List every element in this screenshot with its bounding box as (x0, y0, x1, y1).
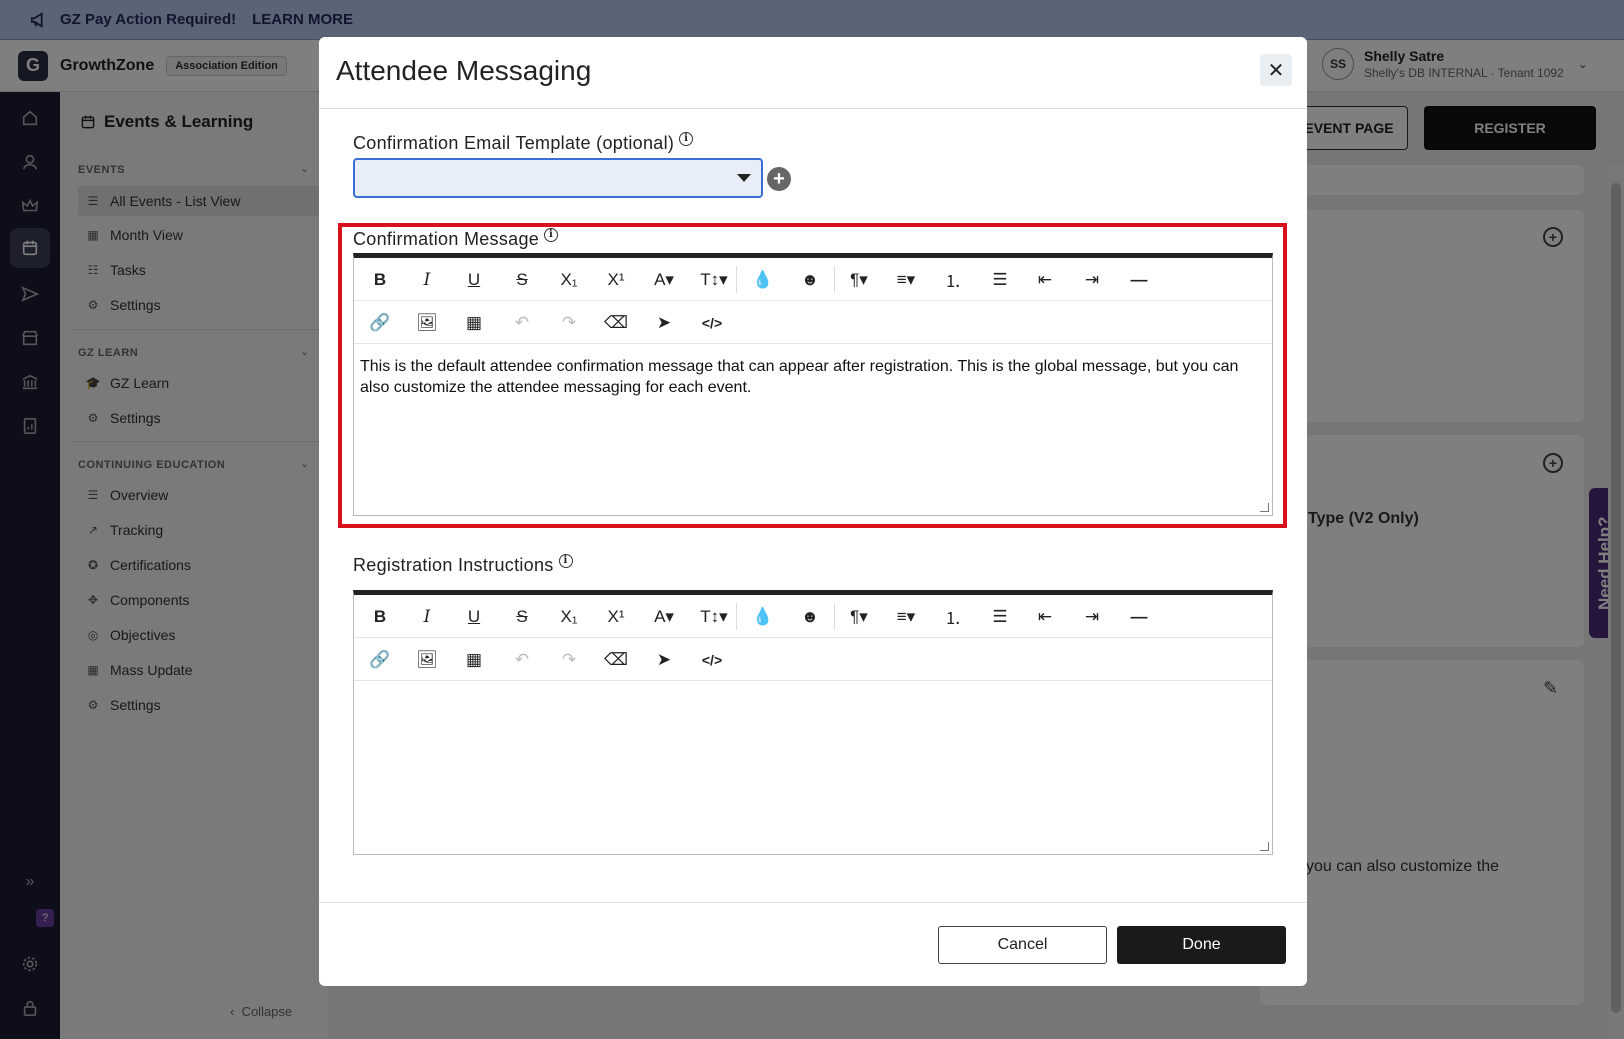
image-icon[interactable]: 🖼 (409, 301, 445, 344)
code-view-icon[interactable]: </> (694, 638, 730, 681)
editor-toolbar-row: B I U S X₁ X¹ A▾ T↕▾ 💧 ☻ ¶▾ ≡▾ ⒈ ☰ ⇤ ⇥ — (354, 595, 1272, 638)
ordered-list-icon[interactable]: ⒈ (935, 595, 971, 638)
template-label-text: Confirmation Email Template (optional) (353, 133, 675, 153)
code-view-icon[interactable]: </> (694, 301, 730, 344)
confirmation-message-label: Confirmation Message i (353, 227, 559, 250)
registration-instructions-editor: B I U S X₁ X¹ A▾ T↕▾ 💧 ☻ ¶▾ ≡▾ ⒈ ☰ ⇤ ⇥ —… (353, 590, 1273, 855)
horizontal-rule-icon[interactable]: — (1121, 258, 1157, 301)
toolbar-separator (834, 603, 835, 630)
font-family-button[interactable]: A▾ (646, 258, 682, 301)
smile-icon[interactable]: ☻ (792, 258, 828, 301)
smile-icon[interactable]: ☻ (792, 595, 828, 638)
bullet-list-icon[interactable]: ☰ (982, 595, 1018, 638)
editor-toolbar-row: 🔗 🖼 ▦ ↶ ↷ ⌫ ➤ </> (354, 301, 1272, 344)
paragraph-format-button[interactable]: ¶▾ (841, 258, 877, 301)
select-icon[interactable]: ➤ (646, 638, 682, 681)
select-icon[interactable]: ➤ (646, 301, 682, 344)
subscript-button[interactable]: X₁ (551, 595, 587, 638)
outdent-icon[interactable]: ⇤ (1027, 595, 1063, 638)
toolbar-separator (834, 266, 835, 293)
resize-handle[interactable] (1260, 842, 1269, 851)
image-icon[interactable]: 🖼 (409, 638, 445, 681)
caret-down-icon (737, 174, 751, 182)
link-icon[interactable]: 🔗 (362, 638, 398, 681)
subscript-button[interactable]: X₁ (551, 258, 587, 301)
confirmation-label-text: Confirmation Message (353, 229, 540, 249)
registration-instructions-textarea[interactable] (354, 681, 1272, 705)
underline-button[interactable]: U (456, 258, 492, 301)
editor-toolbar-row: 🔗 🖼 ▦ ↶ ↷ ⌫ ➤ </> (354, 638, 1272, 681)
drop-icon[interactable]: 💧 (745, 595, 781, 638)
dialog-title: Attendee Messaging (336, 55, 592, 86)
table-icon[interactable]: ▦ (456, 638, 492, 681)
info-icon[interactable]: i (544, 227, 559, 242)
undo-icon[interactable]: ↶ (504, 301, 540, 344)
bold-button[interactable]: B (362, 595, 398, 638)
indent-icon[interactable]: ⇥ (1074, 595, 1110, 638)
template-label: Confirmation Email Template (optional) i (353, 131, 694, 154)
info-icon[interactable]: i (558, 553, 573, 568)
superscript-button[interactable]: X¹ (598, 595, 634, 638)
add-template-button[interactable]: + (767, 167, 791, 191)
divider (319, 108, 1307, 109)
eraser-icon[interactable]: ⌫ (598, 301, 634, 344)
horizontal-rule-icon[interactable]: — (1121, 595, 1157, 638)
info-icon[interactable]: i (679, 131, 694, 146)
ordered-list-icon[interactable]: ⒈ (935, 258, 971, 301)
close-icon[interactable]: ✕ (1260, 54, 1292, 86)
italic-button[interactable]: I (409, 595, 445, 638)
outdent-icon[interactable]: ⇤ (1027, 258, 1063, 301)
align-button[interactable]: ≡▾ (888, 595, 924, 638)
redo-icon[interactable]: ↷ (551, 301, 587, 344)
font-size-button[interactable]: T↕▾ (694, 258, 734, 301)
link-icon[interactable]: 🔗 (362, 301, 398, 344)
cancel-button[interactable]: Cancel (938, 926, 1107, 964)
confirmation-message-textarea[interactable]: This is the default attendee confirmatio… (354, 344, 1272, 410)
bullet-list-icon[interactable]: ☰ (982, 258, 1018, 301)
redo-icon[interactable]: ↷ (551, 638, 587, 681)
toolbar-separator (736, 266, 737, 293)
font-size-button[interactable]: T↕▾ (694, 595, 734, 638)
editor-toolbar-row: B I U S X₁ X¹ A▾ T↕▾ 💧 ☻ ¶▾ ≡▾ ⒈ ☰ ⇤ ⇥ — (354, 258, 1272, 301)
template-select[interactable] (353, 158, 763, 198)
indent-icon[interactable]: ⇥ (1074, 258, 1110, 301)
divider (319, 902, 1307, 903)
registration-instructions-label: Registration Instructions i (353, 553, 573, 576)
undo-icon[interactable]: ↶ (504, 638, 540, 681)
toolbar-separator (736, 603, 737, 630)
resize-handle[interactable] (1260, 503, 1269, 512)
done-button[interactable]: Done (1117, 926, 1286, 964)
paragraph-format-button[interactable]: ¶▾ (841, 595, 877, 638)
font-family-button[interactable]: A▾ (646, 595, 682, 638)
strikethrough-button[interactable]: S (504, 595, 540, 638)
strikethrough-button[interactable]: S (504, 258, 540, 301)
bold-button[interactable]: B (362, 258, 398, 301)
instructions-label-text: Registration Instructions (353, 555, 554, 575)
confirmation-message-editor: B I U S X₁ X¹ A▾ T↕▾ 💧 ☻ ¶▾ ≡▾ ⒈ ☰ ⇤ ⇥ —… (353, 253, 1273, 516)
attendee-messaging-dialog: Attendee Messaging ✕ Confirmation Email … (319, 37, 1307, 986)
underline-button[interactable]: U (456, 595, 492, 638)
italic-button[interactable]: I (409, 258, 445, 301)
align-button[interactable]: ≡▾ (888, 258, 924, 301)
eraser-icon[interactable]: ⌫ (598, 638, 634, 681)
table-icon[interactable]: ▦ (456, 301, 492, 344)
superscript-button[interactable]: X¹ (598, 258, 634, 301)
drop-icon[interactable]: 💧 (745, 258, 781, 301)
